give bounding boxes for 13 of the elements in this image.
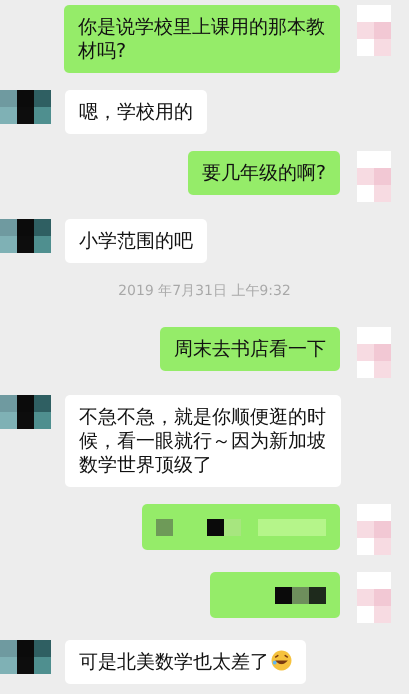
timestamp: 2019 年7月31日 上午9:32: [118, 282, 291, 300]
message-bubble: 周末去书店看一下: [160, 327, 340, 371]
avatar[interactable]: [0, 90, 51, 124]
message-bubble: 要几年级的啊?: [188, 151, 340, 195]
message-bubble: 嗯，学校用的: [65, 90, 207, 134]
pixelated-content: [275, 586, 326, 604]
message-bubble: 可是北美数学也太差了: [65, 640, 306, 684]
message-bubble: 小学范围的吧: [65, 219, 207, 263]
message-bubble: 不急不急，就是你顺便逛的时候，看一眼就行～因为新加坡数学世界顶级了: [65, 395, 341, 487]
message-bubble: 你是说学校里上课用的那本教材吗?: [64, 5, 340, 73]
avatar[interactable]: [0, 219, 51, 253]
avatar[interactable]: [0, 395, 51, 429]
avatar[interactable]: [0, 640, 51, 674]
